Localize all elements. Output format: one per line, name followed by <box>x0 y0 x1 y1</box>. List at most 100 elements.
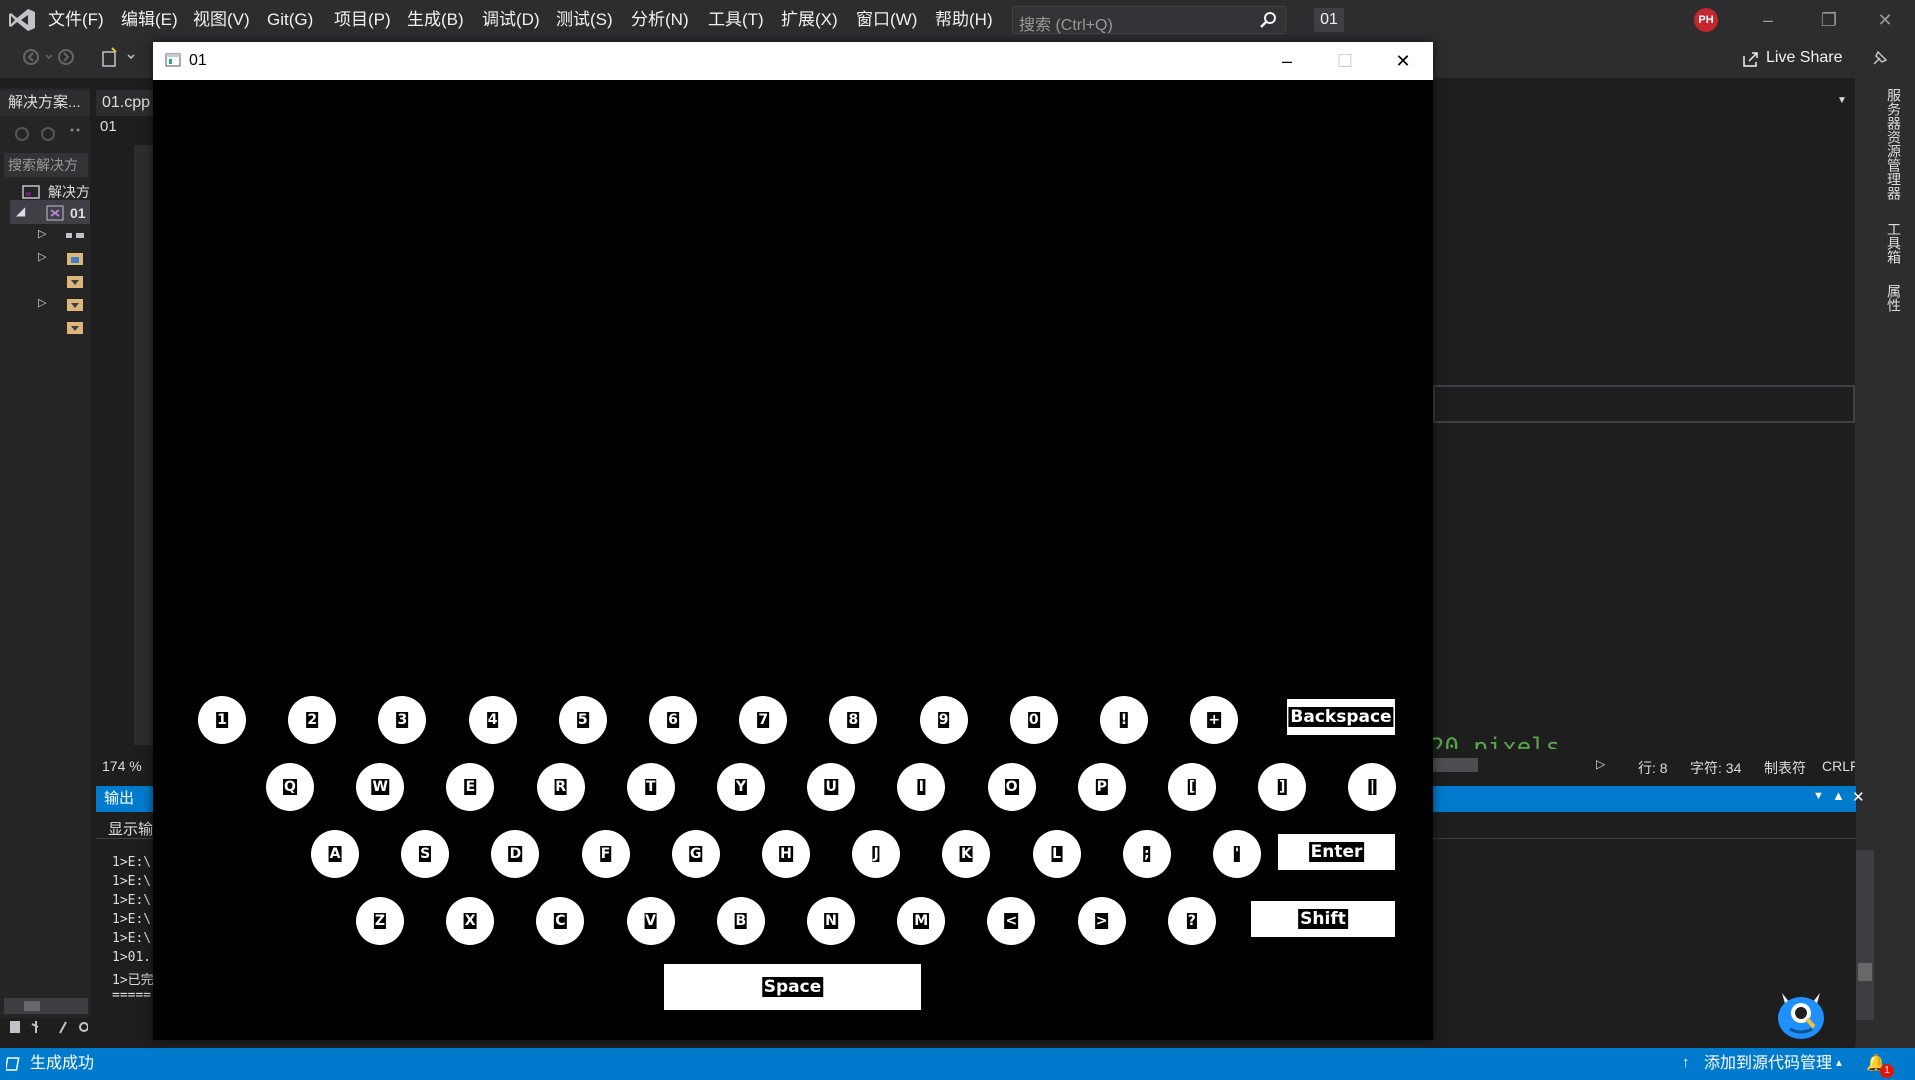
menu-item[interactable]: 窗口(W) <box>856 0 917 40</box>
solution-name-badge[interactable]: 01 <box>1314 8 1344 32</box>
keyboard-key[interactable]: U <box>807 763 856 811</box>
keyboard-key[interactable]: M <box>897 897 946 945</box>
add-to-source-control-button[interactable]: 添加到源代码管理 <box>1704 1048 1832 1080</box>
new-item-icon[interactable] <box>100 46 140 68</box>
keyboard-key[interactable]: 5 <box>558 696 607 744</box>
dropdown-arrow-icon[interactable]: ▼ <box>1837 95 1847 106</box>
line-number[interactable]: 行: 8 <box>1638 758 1668 778</box>
solution-explorer-title[interactable]: 解决方案... <box>0 90 90 116</box>
keyboard-key[interactable]: I <box>897 763 946 811</box>
solution-search-input[interactable]: 搜索解决方 <box>4 153 88 177</box>
keyboard-key[interactable]: ; <box>1122 830 1171 878</box>
menu-item[interactable]: 视图(V) <box>193 0 250 40</box>
keyboard-key[interactable]: J <box>852 830 901 878</box>
live-share-button[interactable]: Live Share <box>1766 49 1843 67</box>
keyboard-key[interactable]: R <box>536 763 585 811</box>
solution-explorer-nav-icon[interactable] <box>14 126 84 142</box>
menu-item[interactable]: 分析(N) <box>631 0 689 40</box>
panel-tabs-icon[interactable] <box>8 1018 88 1036</box>
navigate-back-forward-icon[interactable] <box>22 48 82 66</box>
keyboard-key[interactable]: V <box>626 897 675 945</box>
tree-expand-icon[interactable]: ▷ <box>38 250 46 263</box>
shift-key[interactable]: Shift <box>1251 901 1395 937</box>
keyboard-key[interactable]: < <box>987 897 1036 945</box>
tree-item-project[interactable]: 01 <box>70 205 86 221</box>
keyboard-key[interactable]: G <box>671 830 720 878</box>
ide-close-icon[interactable]: ✕ <box>1862 0 1908 40</box>
keyboard-key[interactable]: ' <box>1213 830 1261 878</box>
app-minimize-icon[interactable]: – <box>1259 42 1315 80</box>
tree-item-solution[interactable]: 解决方 <box>48 182 90 202</box>
keyboard-key[interactable]: P <box>1077 763 1126 811</box>
keyboard-key[interactable]: T <box>626 763 675 811</box>
menu-item[interactable]: 文件(F) <box>48 0 104 40</box>
visual-studio-logo-icon[interactable] <box>8 8 36 32</box>
properties-tab[interactable]: 属性 <box>1884 284 1904 312</box>
keyboard-key[interactable]: 7 <box>739 696 788 744</box>
app-maximize-icon[interactable]: ☐ <box>1317 42 1373 80</box>
line-ending[interactable]: CRLF <box>1822 758 1859 774</box>
keyboard-key[interactable]: W <box>356 763 405 811</box>
keyboard-key[interactable]: [ <box>1168 763 1216 811</box>
scroll-thumb[interactable] <box>24 1001 40 1011</box>
indent-mode[interactable]: 制表符 <box>1764 758 1806 778</box>
menu-item[interactable]: 编辑(E) <box>121 0 178 40</box>
keyboard-key[interactable]: N <box>807 897 855 945</box>
server-explorer-tab[interactable]: 服务器资源管理器 <box>1884 88 1904 200</box>
live-share-icon[interactable] <box>1742 50 1760 68</box>
menu-item[interactable]: 扩展(X) <box>781 0 838 40</box>
keyboard-key[interactable]: 9 <box>919 696 968 744</box>
toolbox-tab[interactable]: 工具箱 <box>1884 222 1904 264</box>
keyboard-key[interactable]: D <box>491 830 540 878</box>
expand-arrow-icon[interactable]: ◢ <box>16 204 25 218</box>
keyboard-key[interactable]: S <box>401 830 450 878</box>
keyboard-key[interactable]: 6 <box>649 696 697 744</box>
editor-hscroll-thumb[interactable] <box>1433 758 1478 772</box>
app-title-bar[interactable] <box>153 42 1433 80</box>
tree-expand-icon[interactable]: ▷ <box>38 296 46 309</box>
ide-minimize-icon[interactable]: – <box>1745 0 1791 40</box>
keyboard-key[interactable]: 3 <box>378 696 427 744</box>
output-panel-title[interactable]: 输出 <box>104 786 134 812</box>
menu-item[interactable]: 生成(B) <box>407 0 464 40</box>
keyboard-key[interactable]: ? <box>1167 897 1216 945</box>
keyboard-key[interactable]: X <box>446 897 495 945</box>
app-close-icon[interactable]: ✕ <box>1375 42 1431 80</box>
enter-key[interactable]: Enter <box>1278 834 1395 870</box>
scroll-thumb[interactable] <box>1858 963 1872 981</box>
editor-nav-project[interactable]: 01 <box>100 118 117 135</box>
search-icon[interactable] <box>1259 11 1277 29</box>
output-vscroll[interactable] <box>1856 850 1874 1020</box>
keyboard-key[interactable]: 1 <box>198 696 246 744</box>
keyboard-key[interactable]: A <box>311 830 359 878</box>
keyboard-key[interactable]: + <box>1190 696 1239 744</box>
menu-item[interactable]: 项目(P) <box>334 0 391 40</box>
keyboard-key[interactable]: 8 <box>829 696 878 744</box>
keyboard-key[interactable]: L <box>1032 830 1081 878</box>
mascot-widget-icon[interactable] <box>1776 985 1826 1040</box>
feedback-icon[interactable] <box>1870 48 1890 68</box>
keyboard-key[interactable]: 0 <box>1009 696 1058 744</box>
menu-item[interactable]: 工具(T) <box>708 0 764 40</box>
scroll-right-icon[interactable]: ▷ <box>1596 757 1605 771</box>
keyboard-key[interactable]: H <box>762 830 810 878</box>
menu-item[interactable]: 测试(S) <box>556 0 613 40</box>
keyboard-key[interactable]: 2 <box>288 696 337 744</box>
ide-restore-icon[interactable]: ❐ <box>1806 0 1852 40</box>
keyboard-key[interactable]: O <box>987 763 1036 811</box>
space-key[interactable]: Space <box>664 964 921 1010</box>
close-icon[interactable]: ✕ <box>1852 788 1865 806</box>
char-number[interactable]: 字符: 34 <box>1690 758 1741 778</box>
caret-up-icon[interactable]: ▲ <box>1834 1058 1844 1069</box>
keyboard-key[interactable]: B <box>716 897 765 945</box>
keyboard-key[interactable]: Y <box>717 763 765 811</box>
keyboard-key[interactable]: C <box>536 897 585 945</box>
keyboard-key[interactable]: ] <box>1258 763 1307 811</box>
keyboard-key[interactable]: Q <box>266 763 314 811</box>
avatar[interactable]: PH <box>1694 8 1718 32</box>
keyboard-key[interactable]: | <box>1348 763 1397 811</box>
keyboard-key[interactable]: Z <box>356 897 404 945</box>
backspace-key[interactable]: Backspace <box>1287 699 1395 735</box>
keyboard-key[interactable]: F <box>581 830 630 878</box>
tree-expand-icon[interactable]: ▷ <box>38 227 46 240</box>
